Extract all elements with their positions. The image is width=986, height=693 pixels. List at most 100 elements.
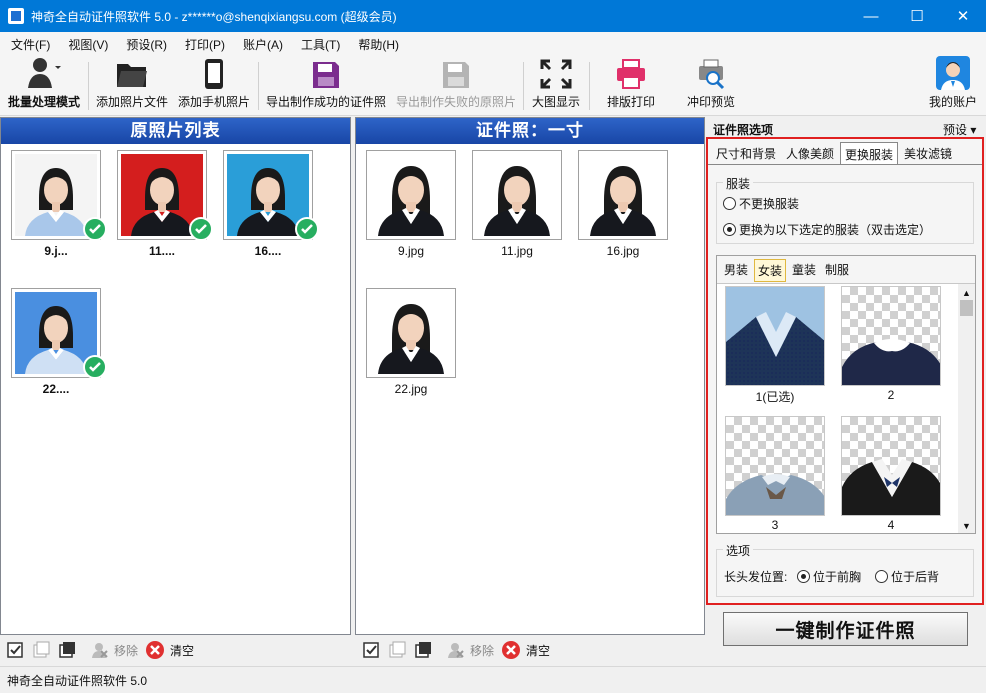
my-account-button[interactable]: 我的账户 (924, 56, 982, 114)
subtab-men[interactable]: 男装 (721, 259, 751, 282)
menu-print[interactable]: 打印(P) (176, 36, 234, 53)
original-photo-item[interactable]: 11.... (117, 150, 213, 258)
invert-selection-icon[interactable] (56, 639, 78, 661)
photo-filename: 22.jpg (394, 382, 428, 396)
outfit-subtabs: 男装 女装 童装 制服 (721, 259, 855, 282)
outfit-image (725, 286, 825, 386)
phone-icon (205, 59, 223, 89)
big-view-button[interactable]: 大图显示 (528, 56, 584, 114)
tab-portrait-beauty[interactable]: 人像美颜 (782, 142, 838, 164)
radio-hair-front-dot[interactable] (797, 570, 810, 583)
tab-change-clothes[interactable]: 更换服装 (840, 142, 899, 164)
batch-mode-button[interactable]: 批量处理模式 (4, 56, 84, 114)
clear-label[interactable]: 清空 (526, 642, 550, 659)
id-photo-item[interactable]: 9.jpg (366, 150, 456, 258)
maximize-button[interactable]: ☐ (894, 0, 940, 32)
menu-help[interactable]: 帮助(H) (349, 36, 408, 53)
outfit-item[interactable]: 1(已选) (725, 286, 825, 405)
clear-icon[interactable] (500, 639, 522, 661)
make-id-photo-button[interactable]: 一键制作证件照 (723, 612, 968, 646)
original-photo-item[interactable]: 22.... (11, 288, 107, 396)
tab-makeup-filter[interactable]: 美妆滤镜 (900, 142, 956, 164)
id-photo-item[interactable]: 16.jpg (578, 150, 668, 258)
radio-hair-front[interactable]: 位于前胸 (797, 568, 861, 585)
radio-keep-dot[interactable] (723, 197, 736, 210)
export-success-button[interactable]: 导出制作成功的证件照 (264, 56, 388, 114)
menu-bar: 文件(F) 视图(V) 预设(R) 打印(P) 账户(A) 工具(T) 帮助(H… (0, 32, 986, 56)
add-photo-button[interactable]: 添加照片文件 (94, 56, 170, 114)
portrait-image (476, 154, 558, 236)
account-avatar-icon (936, 56, 970, 90)
select-all-icon[interactable] (4, 639, 26, 661)
clear-label[interactable]: 清空 (170, 642, 194, 659)
portrait-image (370, 292, 452, 374)
outfit-image (841, 416, 941, 516)
mid-bottom-bar: 移除 清空 (360, 636, 556, 664)
original-photo-panel-title: 原照片列表 (1, 118, 350, 144)
print-preview-button[interactable]: 冲印预览 (678, 56, 744, 114)
outfit-item[interactable]: 4 (841, 416, 941, 532)
radio-hair-front-label: 位于前胸 (813, 570, 862, 584)
subtab-kids[interactable]: 童装 (789, 259, 819, 282)
title-bar: 神奇全自动证件照软件 5.0 - z******o@shenqixiangsu.… (0, 0, 986, 32)
select-none-icon[interactable] (386, 639, 408, 661)
close-button[interactable]: ✕ (940, 0, 986, 32)
outfit-image (725, 416, 825, 516)
photo-filename: 9.jpg (397, 244, 425, 258)
remove-label[interactable]: 移除 (114, 642, 138, 659)
subtab-uniform[interactable]: 制服 (822, 259, 852, 282)
check-icon (83, 217, 107, 241)
outfit-item[interactable]: 3 (725, 416, 825, 532)
layout-print-button[interactable]: 排版打印 (596, 56, 666, 114)
menu-view[interactable]: 视图(V) (59, 36, 117, 53)
export-fail-button[interactable]: 导出制作失败的原照片 (394, 56, 518, 114)
check-icon (189, 217, 213, 241)
radio-change-dot[interactable] (723, 223, 736, 236)
remove-icon[interactable] (88, 639, 110, 661)
id-photo-item[interactable]: 22.jpg (366, 288, 456, 396)
preset-dropdown[interactable]: 预设 ▾ (943, 121, 976, 138)
minimize-button[interactable]: — (848, 0, 894, 32)
menu-preset[interactable]: 预设(R) (117, 36, 176, 53)
outfit-gallery: 男装 女装 童装 制服 1(已选) 2 3 4 ▲ ▼ (716, 255, 976, 534)
add-phone-button[interactable]: 添加手机照片 (176, 56, 252, 114)
export-success-label: 导出制作成功的证件照 (265, 95, 386, 109)
radio-change-clothes[interactable]: 更换为以下选定的服装（双击选定） (723, 221, 931, 238)
radio-keep-clothes[interactable]: 不更换服装 (723, 195, 799, 212)
id-photo-item[interactable]: 11.jpg (472, 150, 562, 258)
menu-file[interactable]: 文件(F) (2, 36, 59, 53)
original-photo-item[interactable]: 16.... (223, 150, 319, 258)
photo-frame (223, 150, 319, 241)
photo-frame (11, 288, 107, 379)
photo-filename: 16.jpg (606, 244, 640, 258)
portrait-image (582, 154, 664, 236)
app-icon (8, 8, 24, 24)
original-photo-item[interactable]: 9.j... (11, 150, 107, 258)
menu-tools[interactable]: 工具(T) (292, 36, 349, 53)
remove-label[interactable]: 移除 (470, 642, 494, 659)
outfit-scrollbar[interactable]: ▲ ▼ (958, 284, 975, 533)
radio-hair-back-label: 位于后背 (891, 570, 940, 584)
outfit-label: 4 (887, 518, 895, 532)
invert-selection-icon[interactable] (412, 639, 434, 661)
radio-hair-back-dot[interactable] (875, 570, 888, 583)
radio-keep-label: 不更换服装 (739, 197, 800, 211)
remove-icon[interactable] (444, 639, 466, 661)
menu-account[interactable]: 账户(A) (234, 36, 292, 53)
check-icon (83, 355, 107, 379)
select-all-icon[interactable] (360, 639, 382, 661)
tab-size-background[interactable]: 尺寸和背景 (712, 142, 780, 164)
photo-filename: 11.... (148, 244, 176, 258)
outfit-label: 3 (771, 518, 779, 532)
subtab-women[interactable]: 女装 (754, 259, 787, 282)
select-none-icon[interactable] (30, 639, 52, 661)
clothing-group: 服装 不更换服装 更换为以下选定的服装（双击选定） (716, 175, 974, 244)
hair-position-label: 长头发位置: (724, 570, 788, 584)
photo-frame (11, 150, 107, 241)
left-bottom-bar: 移除 清空 (4, 636, 200, 664)
batch-mode-label: 批量处理模式 (7, 95, 80, 109)
folder-icon (117, 64, 147, 87)
radio-hair-back[interactable]: 位于后背 (875, 568, 939, 585)
clear-icon[interactable] (144, 639, 166, 661)
outfit-item[interactable]: 2 (841, 286, 941, 402)
